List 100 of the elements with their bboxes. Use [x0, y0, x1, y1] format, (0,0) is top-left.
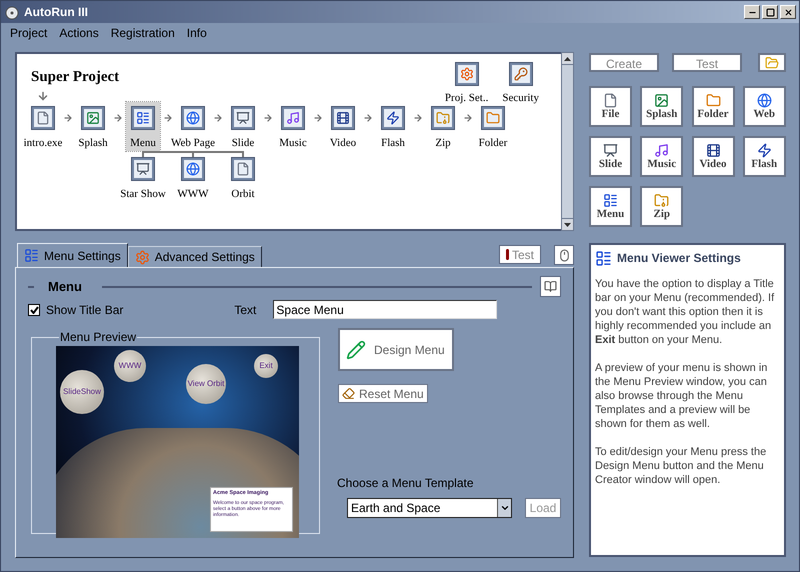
- node-label: Star Show: [120, 186, 166, 200]
- archive-folder-icon: [436, 110, 450, 124]
- toolbox-tile[interactable]: Splash: [640, 86, 684, 127]
- reset-menu-button[interactable]: Reset Menu: [338, 384, 428, 403]
- menu-item[interactable]: Actions: [59, 24, 99, 42]
- toolbox-button[interactable]: Create: [589, 53, 660, 72]
- toolbox-tile[interactable]: Slide: [589, 136, 632, 177]
- minimize-button[interactable]: [744, 5, 760, 19]
- browse-button[interactable]: [758, 53, 786, 72]
- node-label: intro.exe: [24, 136, 62, 150]
- book-icon: [544, 280, 557, 293]
- toolbox-tile[interactable]: Web: [742, 86, 786, 127]
- toolbox-button[interactable]: Test: [672, 53, 742, 72]
- field-label: Text: [234, 302, 256, 318]
- diagram-title: Super Project: [31, 68, 120, 87]
- node-label: WWW: [177, 186, 209, 200]
- node-tile[interactable]: Orbit: [227, 152, 259, 202]
- node-label: Folder: [478, 136, 508, 150]
- test-button[interactable]: Test: [498, 245, 541, 264]
- toolbox-tile[interactable]: Folder: [692, 86, 734, 127]
- help-paragraph: You have the option to display a Title bar on your Menu (recommended). If you don't want this option then it is highly recommended you include an Exit button on your Menu.: [595, 277, 776, 347]
- tab[interactable]: Menu Settings: [17, 243, 128, 267]
- node-tile[interactable]: WWW: [173, 152, 213, 202]
- check-icon: [30, 306, 38, 314]
- arrow-icon: [37, 90, 49, 102]
- book-button[interactable]: [540, 276, 561, 297]
- file-icon: [603, 92, 618, 108]
- archive-folder-icon: [654, 192, 670, 208]
- gear-icon: [134, 250, 150, 264]
- globe-icon: [186, 110, 200, 124]
- text-input[interactable]: Space Menu: [273, 300, 498, 319]
- film-icon: [706, 142, 720, 158]
- template-dropdown[interactable]: Earth and Space: [347, 498, 512, 518]
- node-tile[interactable]: intro.exe: [20, 102, 66, 150]
- node-label: Web Page: [170, 136, 216, 150]
- toolbox-tile[interactable]: File: [589, 86, 632, 127]
- node-tile[interactable]: Web Page: [166, 102, 220, 150]
- projector-screen-icon: [136, 162, 150, 176]
- music-icon: [286, 110, 300, 124]
- lightning-icon: [386, 110, 400, 124]
- node-tile[interactable]: Splash: [74, 102, 112, 150]
- help-title: Menu Viewer Settings: [617, 250, 741, 267]
- node-tile[interactable]: Music: [275, 102, 311, 150]
- maximize-icon: [766, 8, 774, 16]
- toolbox-tile[interactable]: Video: [692, 136, 734, 177]
- template-label: Choose a Menu Template: [337, 475, 475, 492]
- lightning-icon: [756, 142, 772, 158]
- folder-icon: [486, 110, 500, 124]
- node-label: Zip: [435, 136, 451, 150]
- arrow-icon: [463, 112, 473, 122]
- arrow-icon: [163, 112, 173, 122]
- node-label: Music: [279, 136, 307, 150]
- maximize-button[interactable]: [762, 5, 778, 19]
- menu-item[interactable]: Project: [10, 24, 48, 42]
- scrollbar[interactable]: [561, 52, 574, 231]
- node-tile[interactable]: Menu: [126, 102, 160, 150]
- chevron-down-icon: [500, 503, 510, 513]
- pencil-icon: [346, 340, 366, 360]
- arrow-icon: [313, 112, 323, 122]
- node-tile[interactable]: Video: [326, 102, 360, 150]
- arrow-icon: [63, 112, 73, 122]
- design-menu-button[interactable]: Design Menu: [338, 328, 454, 371]
- node-label: Orbit: [231, 186, 255, 200]
- section-title: Menu: [48, 278, 82, 296]
- eraser-icon: [342, 387, 355, 400]
- menu-item[interactable]: Registration: [110, 24, 175, 42]
- node-label: Menu: [130, 136, 156, 150]
- node-tile[interactable]: Flash: [377, 102, 409, 150]
- down-arrow-icon: [564, 222, 571, 226]
- toolbox-tile[interactable]: Music: [640, 136, 684, 177]
- toolbox-tile[interactable]: Menu: [589, 186, 632, 227]
- projector-screen-icon: [603, 142, 618, 158]
- node-label: Splash: [78, 136, 108, 150]
- globe-icon: [186, 162, 200, 176]
- node-label: Slide: [232, 136, 254, 150]
- group-label: Menu Preview: [59, 329, 138, 346]
- checkbox[interactable]: [28, 304, 40, 316]
- toolbox-tile[interactable]: Zip: [640, 186, 684, 227]
- landscape-icon: [654, 92, 670, 108]
- window-title: AutoRun III: [24, 4, 88, 21]
- node-tile[interactable]: Slide: [227, 102, 259, 150]
- up-arrow-icon: [564, 56, 571, 60]
- arrow-icon: [413, 112, 423, 122]
- node-tile[interactable]: Star Show: [116, 152, 170, 202]
- help-paragraph: A preview of your menu is shown in the Menu Preview window, you can also browse through the Menu Templates and a preview will be shown for them as well.: [595, 361, 768, 431]
- file-icon: [236, 162, 250, 176]
- arrow-icon: [213, 112, 223, 122]
- mouse-button[interactable]: [554, 245, 574, 265]
- tab[interactable]: Advanced Settings: [128, 246, 262, 267]
- projector-screen-icon: [236, 110, 250, 124]
- toolbox-tile[interactable]: Flash: [742, 136, 786, 177]
- arrow-icon: [363, 112, 373, 122]
- checkbox-label: Show Title Bar: [46, 302, 124, 318]
- key-icon: [514, 67, 528, 81]
- menu-item[interactable]: Info: [186, 24, 207, 42]
- mouse-icon: [558, 248, 570, 262]
- node-label: Flash: [381, 136, 405, 150]
- folder-icon: [706, 92, 720, 108]
- file-icon: [36, 110, 50, 124]
- close-button[interactable]: [780, 5, 796, 19]
